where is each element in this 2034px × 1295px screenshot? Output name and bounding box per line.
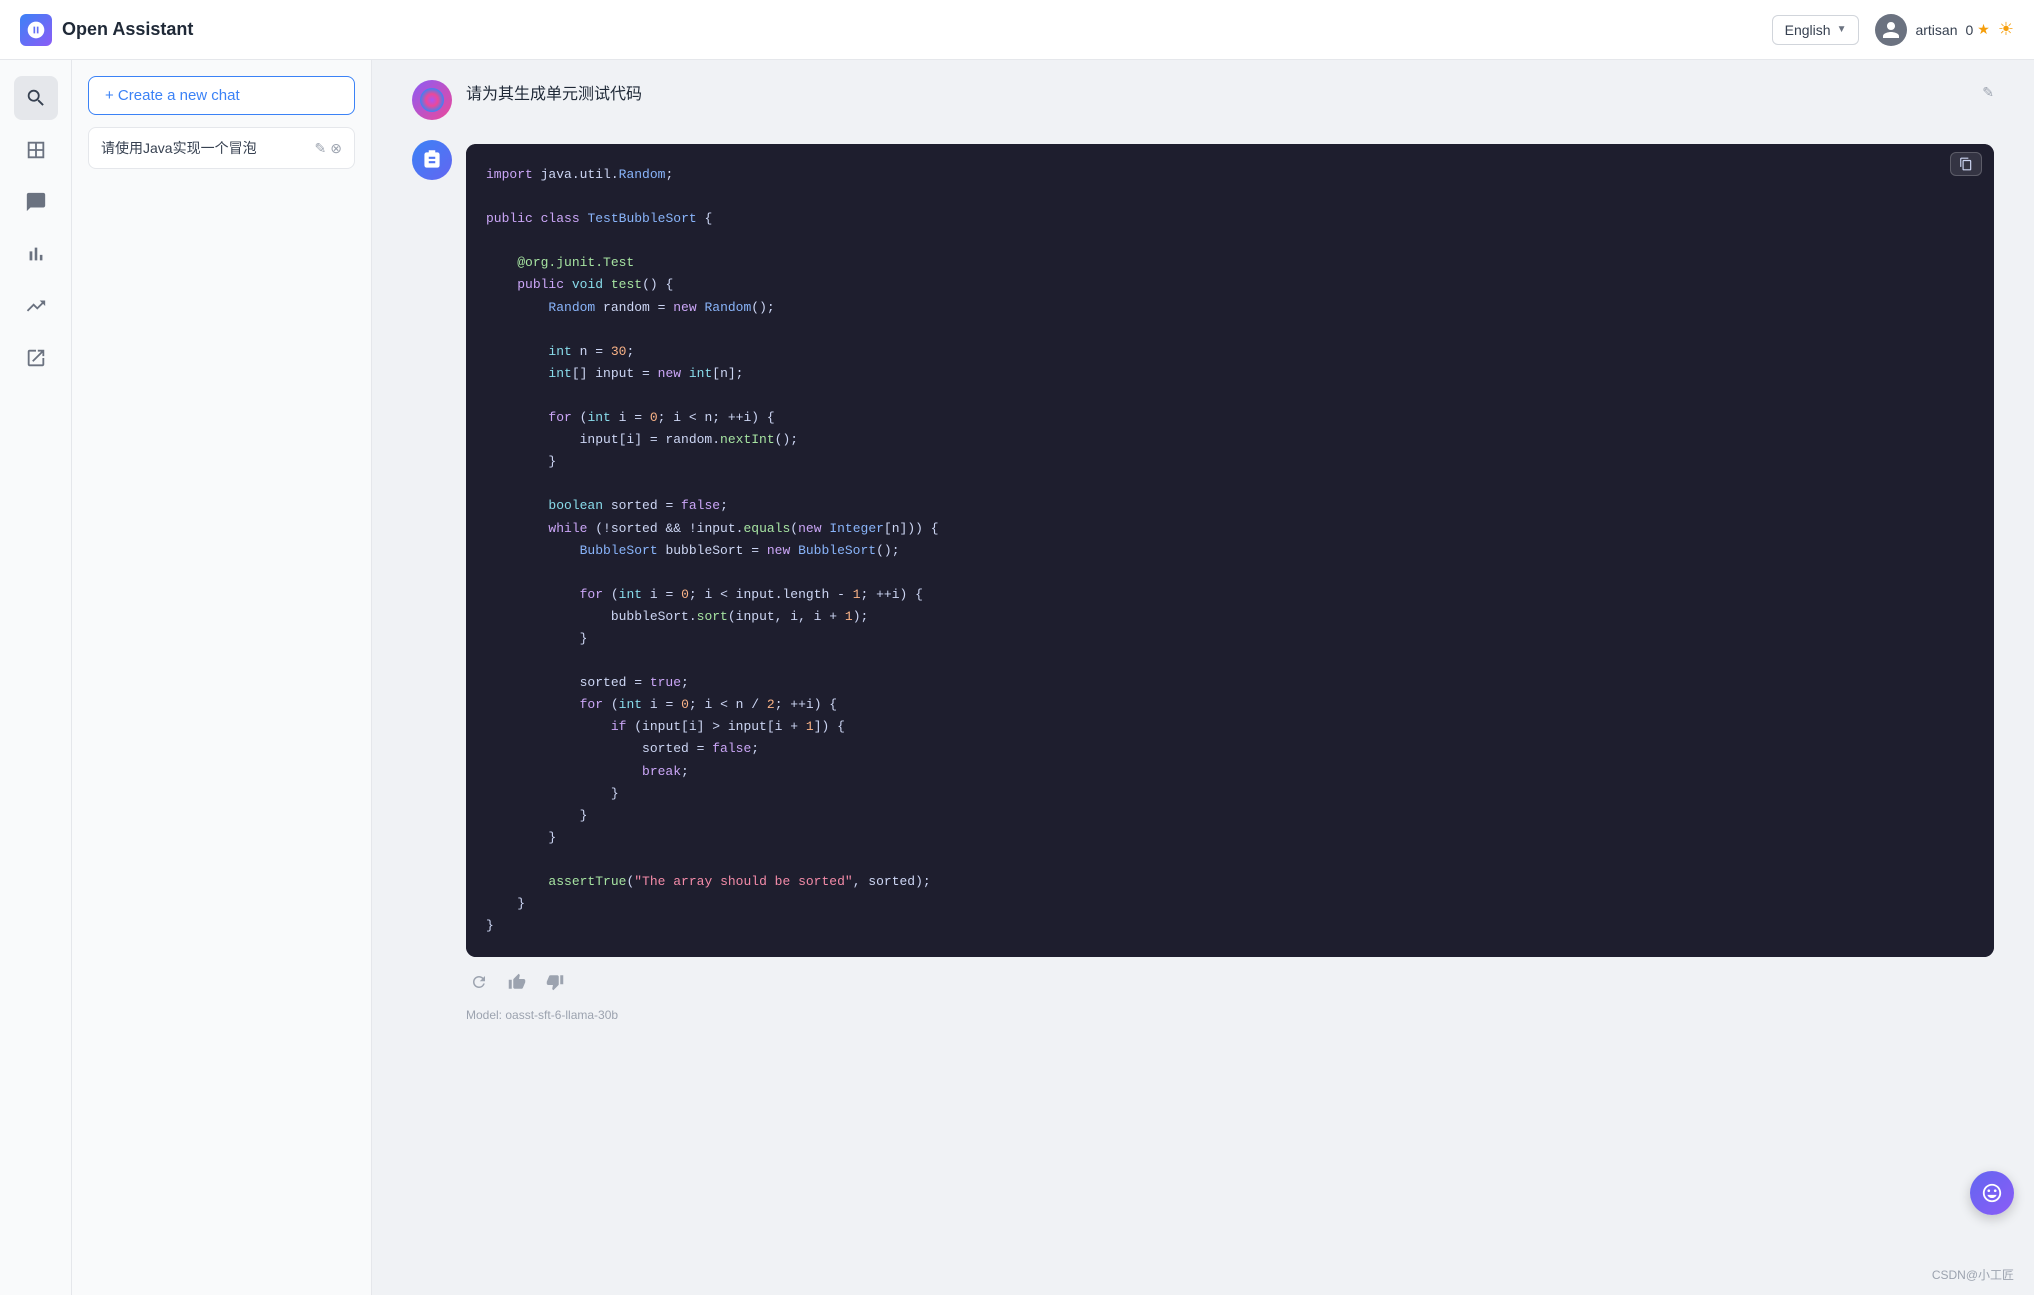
chevron-down-icon: ▼: [1837, 24, 1847, 35]
watermark: CSDN@小工匠: [1932, 1266, 2014, 1283]
sidebar-icon-chat[interactable]: [14, 180, 58, 224]
navbar: Open Assistant English ▼ artisan 0 ★ ☀: [0, 0, 2034, 60]
refresh-button[interactable]: [466, 969, 492, 1000]
user-message-text: 请为其生成单元测试代码: [466, 80, 642, 104]
chat-item-text: 请使用Java实现一个冒泡: [101, 138, 307, 158]
chat-item-actions: ✎ ⊗: [315, 140, 342, 157]
avatar: [1875, 14, 1907, 46]
code-block: import java.util.Random; public class Te…: [466, 144, 1994, 957]
theme-toggle-icon[interactable]: ☀: [1998, 19, 2014, 40]
feedback-float-button[interactable]: [1970, 1171, 2014, 1215]
model-label: Model: oasst-sft-6-llama-30b: [466, 1008, 1994, 1022]
icon-sidebar: [0, 60, 72, 1295]
app-logo: [20, 14, 52, 46]
app-title: Open Assistant: [62, 19, 193, 40]
user-message: 请为其生成单元测试代码 ✎: [412, 80, 1994, 120]
bot-message-avatar: [412, 140, 452, 180]
message-actions: [466, 969, 1994, 1000]
sidebar-icon-trending[interactable]: [14, 284, 58, 328]
sidebar-icon-search[interactable]: [14, 76, 58, 120]
chat-messages: 请为其生成单元测试代码 ✎: [372, 60, 2034, 1295]
list-item[interactable]: 请使用Java实现一个冒泡 ✎ ⊗: [88, 127, 355, 169]
star-count: 0 ★: [1966, 21, 1990, 38]
edit-icon[interactable]: ✎: [315, 140, 327, 157]
main-layout: + Create a new chat 请使用Java实现一个冒泡 ✎ ⊗: [0, 0, 2034, 1295]
user-message-avatar: [412, 80, 452, 120]
sidebar-icon-export[interactable]: [14, 336, 58, 380]
user-message-content: 请为其生成单元测试代码 ✎: [466, 80, 1994, 112]
code-block-header: [1938, 144, 1994, 184]
navbar-right: English ▼ artisan 0 ★ ☀: [1772, 14, 2014, 46]
edit-message-icon[interactable]: ✎: [1982, 84, 1994, 101]
chat-main: 请为其生成单元测试代码 ✎: [372, 60, 2034, 1295]
user-message-header: 请为其生成单元测试代码 ✎: [466, 80, 1994, 104]
code-content: import java.util.Random; public class Te…: [466, 144, 1994, 957]
delete-icon[interactable]: ⊗: [330, 140, 342, 157]
copy-button[interactable]: [1950, 152, 1982, 176]
chat-sidebar: + Create a new chat 请使用Java实现一个冒泡 ✎ ⊗: [72, 60, 372, 1295]
username-label: artisan: [1915, 22, 1957, 38]
sidebar-icon-chart[interactable]: [14, 232, 58, 276]
brand: Open Assistant: [20, 14, 193, 46]
language-label: English: [1785, 22, 1831, 38]
star-count-value: 0: [1966, 22, 1974, 38]
user-area: artisan 0 ★ ☀: [1875, 14, 2014, 46]
new-chat-button[interactable]: + Create a new chat: [88, 76, 355, 115]
language-selector[interactable]: English ▼: [1772, 15, 1860, 45]
bot-message-content: import java.util.Random; public class Te…: [466, 140, 1994, 1022]
bot-message: import java.util.Random; public class Te…: [412, 140, 1994, 1022]
thumbup-button[interactable]: [504, 969, 530, 1000]
thumbdown-button[interactable]: [542, 969, 568, 1000]
star-icon: ★: [1977, 21, 1990, 38]
sidebar-icon-table[interactable]: [14, 128, 58, 172]
